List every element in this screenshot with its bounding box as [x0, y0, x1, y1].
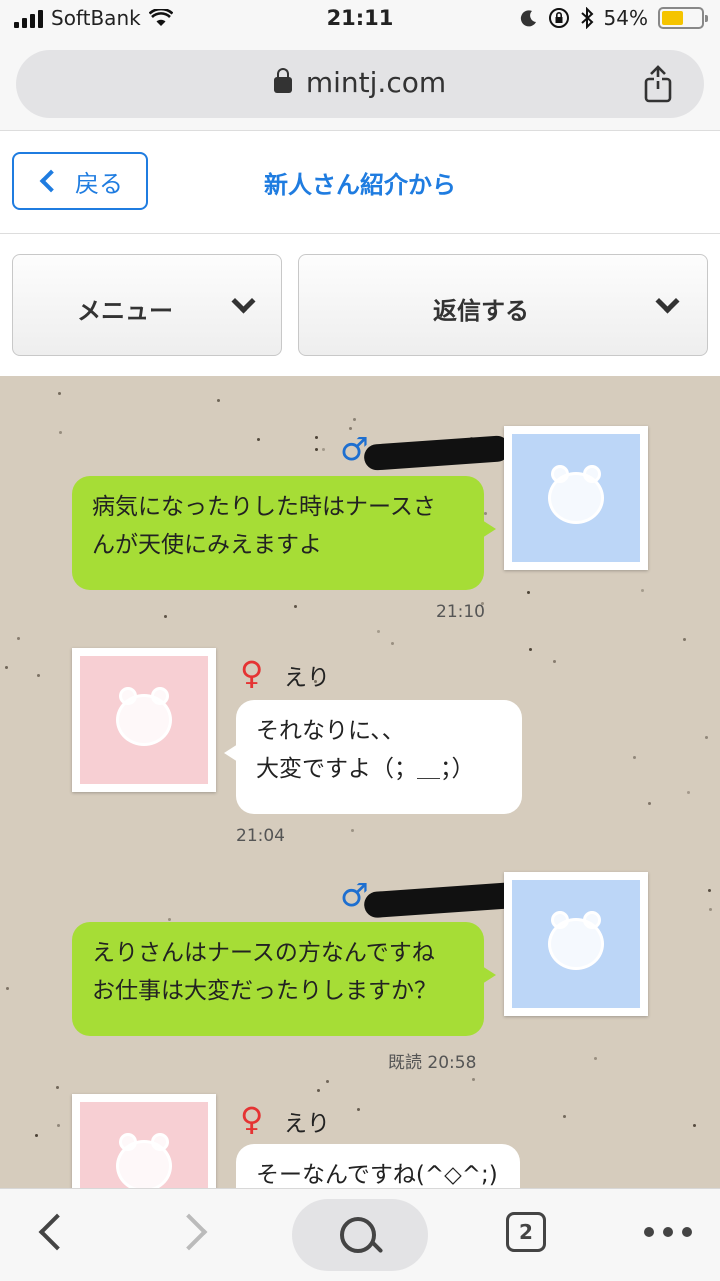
page-header: 戻る 新人さん紹介から — [0, 131, 720, 234]
female-symbol: ♀ — [240, 654, 264, 692]
browser-toolbar: 2 — [0, 1188, 720, 1281]
redacted-name — [363, 434, 511, 472]
address-bar[interactable]: mintj.com — [16, 50, 704, 118]
message-line: 病気になったりした時はナースさ — [92, 494, 436, 520]
female-symbol: ♀ — [240, 1100, 264, 1138]
browser-bar: mintj.com — [0, 40, 720, 131]
message-bubble: それなりに、、 大変ですよ（；＿；） — [224, 700, 522, 814]
message-line: えりさんはナースの方なんですね — [92, 940, 435, 966]
message-line: んが天使にみえますよ — [92, 532, 322, 558]
avatar[interactable] — [504, 872, 648, 1016]
back-arrow-icon[interactable] — [38, 1213, 76, 1251]
search-icon — [340, 1217, 376, 1253]
reply-dropdown[interactable]: 返信する — [298, 254, 708, 356]
status-right: 54% — [520, 6, 708, 30]
more-icon[interactable] — [644, 1227, 692, 1237]
url-display[interactable]: mintj.com — [16, 66, 704, 99]
share-icon[interactable] — [638, 64, 678, 104]
avatar[interactable] — [72, 1094, 216, 1188]
page-title: 新人さん紹介から — [264, 171, 456, 199]
message-line: そーなんですね(^◇^;) — [256, 1162, 498, 1188]
tabs-button[interactable]: 2 — [506, 1212, 546, 1252]
avatar[interactable] — [504, 426, 648, 570]
message-bubble: そーなんですね(^◇^;) — [236, 1144, 520, 1188]
message-line: それなりに、、 — [256, 718, 405, 744]
menu-label: メニュー — [77, 297, 173, 325]
message-time: 21:04 — [236, 826, 285, 846]
bear-icon — [116, 1133, 172, 1188]
message-time: 21:10 — [436, 602, 485, 622]
menu-dropdown[interactable]: メニュー — [12, 254, 282, 356]
chevron-down-icon — [655, 289, 680, 314]
battery-percent: 54% — [603, 6, 648, 30]
bear-icon — [548, 911, 604, 970]
sender-name: えり — [284, 665, 330, 691]
menu-row: メニュー 返信する — [0, 234, 720, 376]
search-button[interactable] — [292, 1199, 428, 1271]
forward-arrow-icon[interactable] — [170, 1213, 208, 1251]
message-bubble: えりさんはナースの方なんですね お仕事は大変だったりしますか？ — [72, 922, 496, 1036]
bear-icon — [116, 687, 172, 746]
bear-icon — [548, 465, 604, 524]
sender-name: えり — [284, 1111, 330, 1137]
avatar[interactable] — [72, 648, 216, 792]
message-time: 既読 20:58 — [388, 1053, 477, 1073]
chat-area[interactable]: ♂ 病気になったりした時はナースさ んが天使にみえますよ 21:10 ♀ えり … — [0, 376, 720, 1188]
reply-label: 返信する — [433, 297, 529, 325]
battery-icon — [658, 7, 708, 29]
message-line: 大変ですよ（；＿；） — [256, 756, 475, 782]
status-bar: SoftBank 21:11 54% — [0, 0, 720, 40]
message-bubble: 病気になったりした時はナースさ んが天使にみえますよ — [72, 476, 496, 590]
message-line: お仕事は大変だったりしますか？ — [92, 978, 437, 1004]
orientation-lock-icon — [548, 8, 569, 28]
url-text: mintj.com — [305, 66, 447, 99]
moon-icon — [520, 10, 536, 27]
chevron-down-icon — [231, 289, 256, 314]
lock-icon — [273, 68, 292, 93]
bluetooth-icon — [580, 7, 593, 29]
